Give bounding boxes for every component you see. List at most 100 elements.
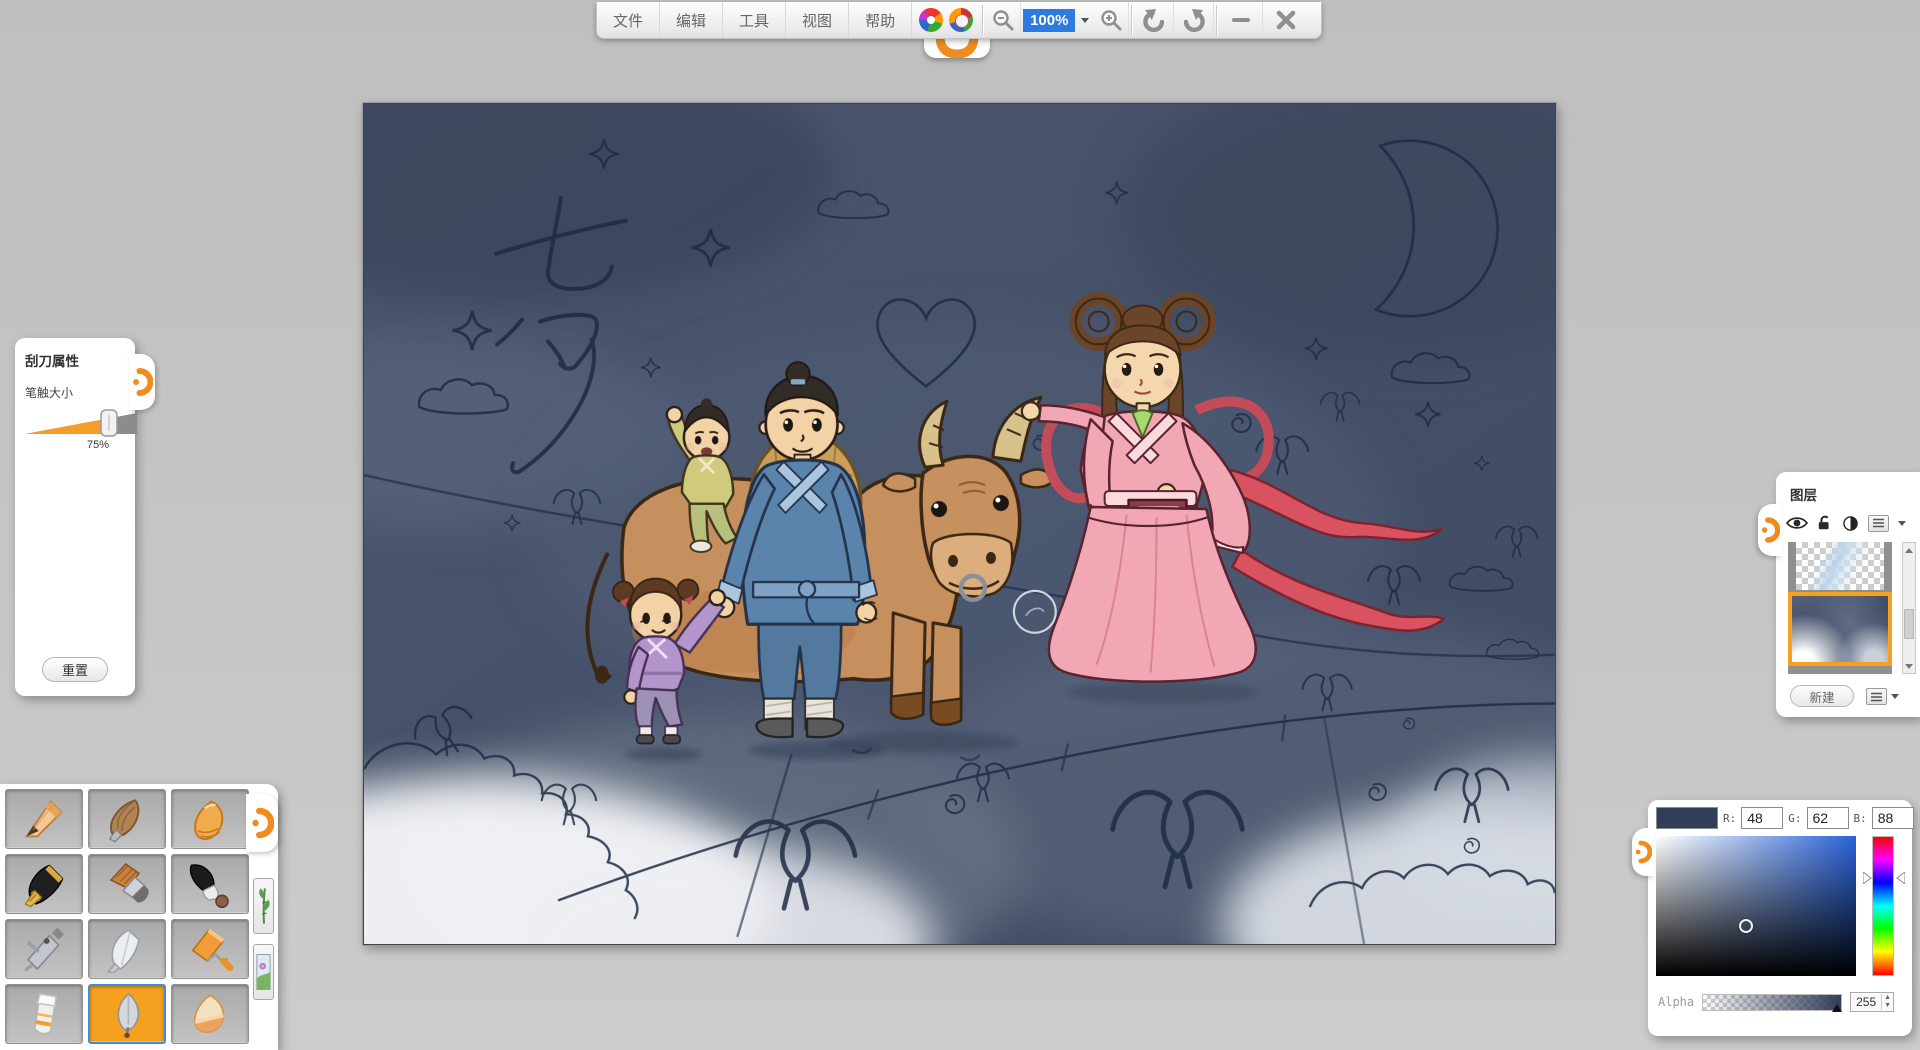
tool-wood-pen[interactable]	[88, 789, 166, 849]
list-lines-icon	[1870, 692, 1883, 702]
hue-marker-left[interactable]	[1863, 872, 1872, 884]
brush-size-label: 笔触大小	[25, 384, 125, 401]
panel-title: 刮刀属性	[25, 350, 125, 370]
palette-knife-icon	[100, 925, 154, 973]
scroll-up-button[interactable]	[1903, 543, 1915, 557]
tool-palette-knife[interactable]	[88, 919, 166, 979]
chevron-up-icon	[1905, 548, 1913, 553]
panel-collapse-handle[interactable]	[246, 794, 278, 852]
logo-rainbow-icon-left	[919, 8, 943, 32]
saturation-value-square[interactable]	[1656, 836, 1856, 976]
spin-up-icon[interactable]: ▲	[1882, 994, 1893, 1002]
menu-file[interactable]: 文件	[597, 2, 660, 38]
blend-mode-list-button[interactable]	[1868, 515, 1889, 532]
toolbar-separator	[982, 5, 983, 35]
app-logo-icon	[912, 2, 980, 38]
bamboo-icon	[256, 883, 272, 929]
brush-size-slider[interactable]: 75%	[25, 409, 125, 453]
tool-pencil[interactable]	[5, 789, 83, 849]
tool-paint-jar[interactable]	[5, 984, 83, 1044]
qixi-painting: S S S	[364, 104, 1555, 944]
color-picker-panel: R: G: B: Alpha 255 ▲ ▼	[1648, 800, 1912, 1036]
zoom-level-value[interactable]: 100%	[1023, 9, 1075, 32]
handle-grip-icon	[250, 804, 274, 842]
new-layer-button[interactable]: 新建	[1790, 685, 1854, 707]
handle-grip-icon	[1634, 837, 1652, 867]
green-label: G:	[1788, 812, 1801, 825]
layer-item-clouds[interactable]	[1788, 542, 1892, 590]
panel-collapse-handle[interactable]	[1758, 504, 1782, 556]
current-color-swatch	[1656, 807, 1718, 829]
blue-input[interactable]	[1872, 807, 1914, 829]
pencil-icon	[17, 795, 71, 843]
handle-grip-icon	[1760, 514, 1780, 546]
close-button[interactable]	[1263, 2, 1309, 38]
flat-brush-icon	[100, 860, 154, 908]
airbrush-icon	[17, 925, 71, 973]
wood-pen-icon	[100, 795, 154, 843]
red-input[interactable]	[1741, 807, 1783, 829]
alpha-spinner[interactable]: 255 ▲ ▼	[1850, 992, 1894, 1012]
zoom-out-icon	[991, 8, 1015, 32]
menu-view[interactable]: 视图	[786, 2, 849, 38]
scraper-icon	[100, 990, 154, 1038]
handle-grip-icon	[131, 365, 153, 399]
tool-palette-panel	[0, 784, 278, 1050]
panel-title: 图层	[1790, 484, 1817, 504]
scrollbar-thumb[interactable]	[1904, 609, 1914, 639]
tool-paint-roller[interactable]	[171, 919, 249, 979]
alpha-slider[interactable]	[1702, 994, 1842, 1011]
minimize-icon	[1232, 18, 1250, 22]
layer-item-sky-selected[interactable]	[1788, 592, 1892, 666]
tool-flat-brush[interactable]	[88, 854, 166, 914]
zoom-out-button[interactable]	[985, 2, 1021, 38]
opacity-contrast-icon[interactable]	[1842, 515, 1859, 532]
hue-marker-right[interactable]	[1896, 872, 1905, 884]
stamp-image-button[interactable]	[253, 944, 274, 1000]
layer-scrollbar[interactable]	[1902, 542, 1916, 674]
decor-brushes-button[interactable]	[253, 878, 274, 934]
zoom-level-dropdown[interactable]	[1077, 2, 1093, 38]
drawing-canvas[interactable]: S S S	[363, 103, 1556, 945]
logo-rainbow-icon-right	[949, 8, 973, 32]
scroll-down-button[interactable]	[1903, 659, 1915, 673]
panel-collapse-handle[interactable]	[129, 354, 155, 410]
green-input[interactable]	[1807, 807, 1849, 829]
undo-icon	[1141, 7, 1167, 33]
chevron-down-icon[interactable]	[1898, 521, 1906, 526]
slider-track	[25, 409, 137, 437]
lock-icon[interactable]	[1817, 514, 1833, 532]
list-lines-icon	[1872, 518, 1885, 528]
spin-down-icon[interactable]: ▼	[1882, 1002, 1893, 1010]
menu-edit[interactable]: 编辑	[660, 2, 723, 38]
tool-scraper-selected[interactable]	[88, 984, 166, 1044]
alpha-marker[interactable]	[1832, 1004, 1842, 1012]
reset-button[interactable]: 重置	[42, 657, 108, 682]
menu-tools[interactable]: 工具	[723, 2, 786, 38]
tool-pastel[interactable]	[171, 789, 249, 849]
fountain-pen-icon	[17, 860, 71, 908]
chevron-down-icon[interactable]	[1891, 694, 1899, 699]
minimize-button[interactable]	[1219, 2, 1263, 38]
pastel-icon	[183, 795, 237, 843]
undo-button[interactable]	[1134, 2, 1174, 38]
tool-grid	[5, 789, 249, 1044]
paint-roller-icon	[183, 925, 237, 973]
sv-cursor[interactable]	[1739, 919, 1753, 933]
brush-size-value: 75%	[87, 439, 109, 451]
panel-collapse-handle[interactable]	[1632, 828, 1654, 876]
menu-help[interactable]: 帮助	[849, 2, 912, 38]
top-toolbar: 文件 编辑 工具 视图 帮助 100%	[596, 2, 1322, 39]
layers-panel: 图层 新建	[1776, 472, 1920, 717]
toolbar-separator	[1131, 5, 1132, 35]
hue-slider[interactable]	[1872, 836, 1894, 976]
tool-airbrush[interactable]	[5, 919, 83, 979]
tool-eraser[interactable]	[171, 984, 249, 1044]
layer-options-button[interactable]	[1866, 688, 1887, 705]
zoom-in-button[interactable]	[1093, 2, 1129, 38]
alpha-value: 255	[1851, 995, 1881, 1009]
redo-button[interactable]	[1174, 2, 1214, 38]
tool-ink-brush[interactable]	[171, 854, 249, 914]
tool-fountain-pen[interactable]	[5, 854, 83, 914]
visibility-eye-icon[interactable]	[1786, 515, 1808, 531]
